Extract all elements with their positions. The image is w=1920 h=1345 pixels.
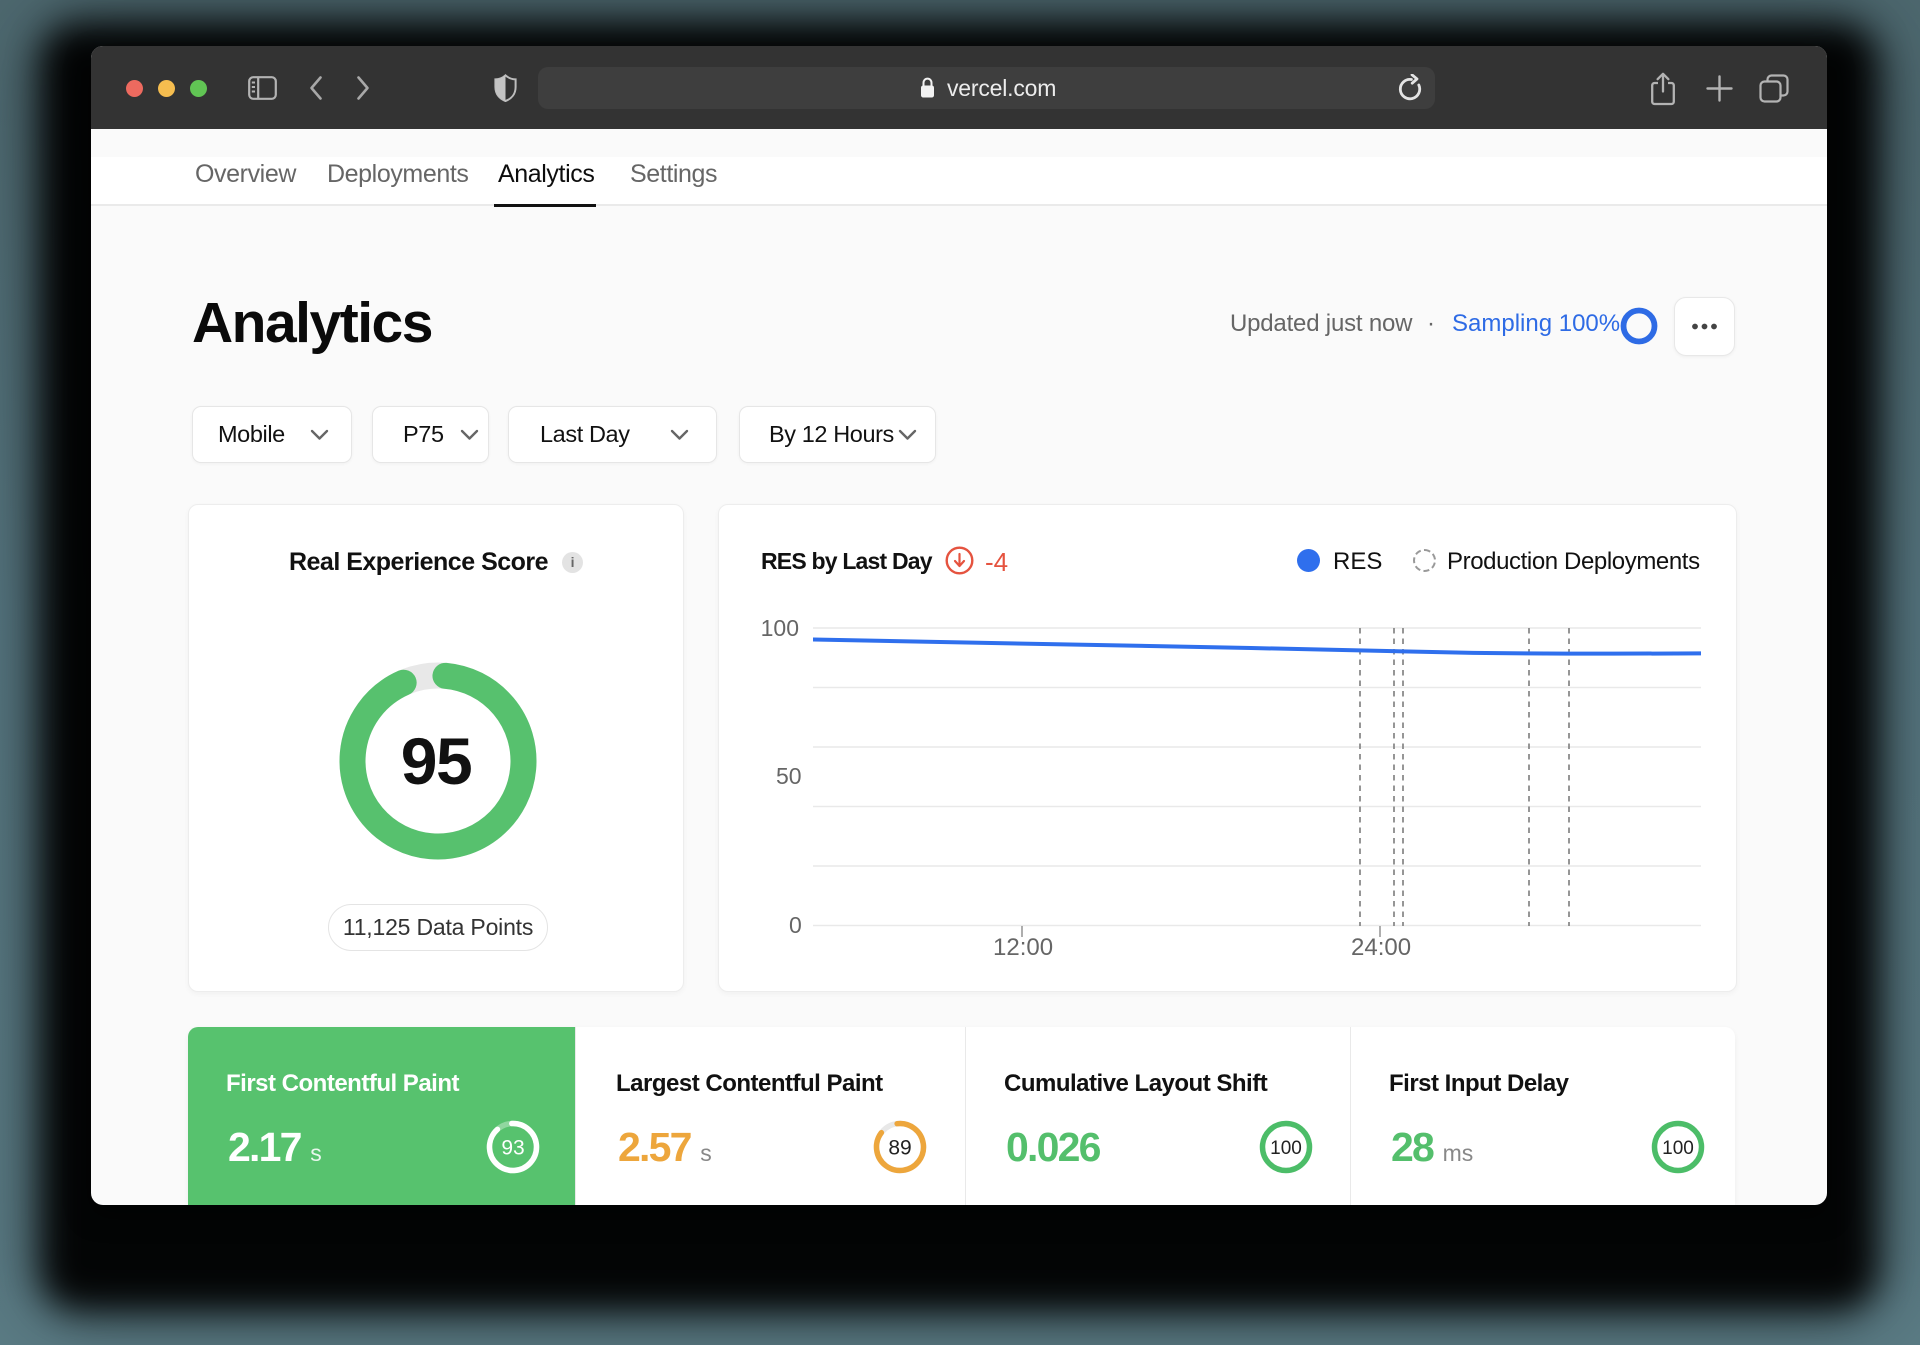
svg-text:89: 89 <box>888 1137 911 1160</box>
svg-text:100: 100 <box>1662 1138 1694 1159</box>
svg-text:93: 93 <box>501 1137 524 1160</box>
svg-text:100: 100 <box>1270 1138 1302 1159</box>
